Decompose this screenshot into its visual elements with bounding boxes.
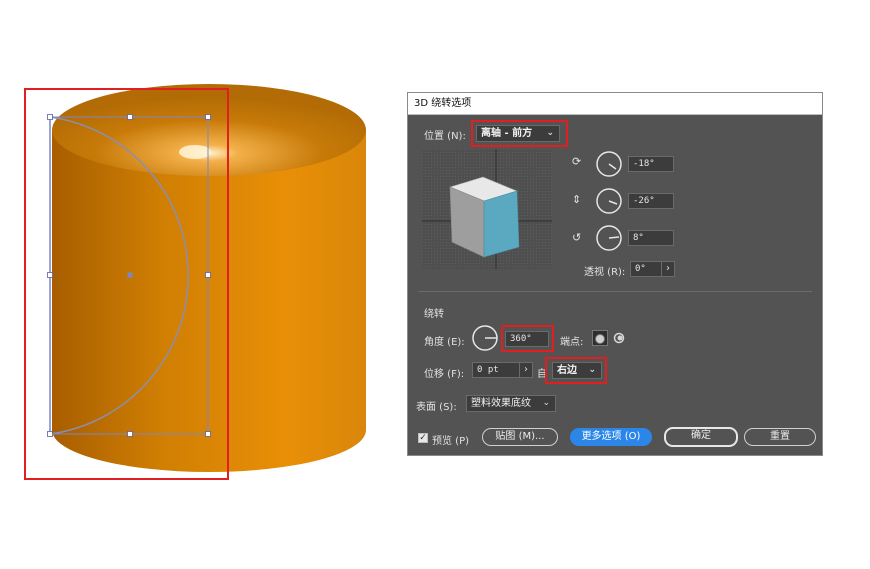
- rotate-z-field[interactable]: 8°: [628, 230, 674, 246]
- offset-dropdown[interactable]: ›: [519, 362, 533, 378]
- more-options-button[interactable]: 更多选项 (O): [570, 428, 652, 446]
- cylinder-top: [52, 84, 366, 176]
- chevron-right-icon: ›: [524, 364, 528, 375]
- ok-button[interactable]: 确定: [664, 427, 738, 447]
- highlight-box-from: [545, 357, 607, 384]
- surface-select[interactable]: 塑料效果底纹 ⌄: [466, 395, 556, 412]
- cap-off-icon[interactable]: [612, 331, 626, 345]
- cube-preview[interactable]: [422, 149, 552, 269]
- angle-label: 角度 (E):: [424, 337, 465, 348]
- cylinder-body: [52, 130, 366, 472]
- preview-checkbox[interactable]: ✓: [418, 433, 428, 443]
- perspective-field[interactable]: 0°: [630, 261, 662, 277]
- reset-button[interactable]: 重置: [744, 428, 816, 446]
- dialog-title: 3D 绕转选项: [408, 93, 822, 115]
- rotate-x-icon: ⟳: [572, 155, 582, 168]
- perspective-label: 透视 (R):: [584, 267, 626, 278]
- preview-label: 预览 (P): [432, 436, 470, 447]
- position-label: 位置 (N):: [424, 131, 466, 142]
- revolve-options-dialog: 3D 绕转选项 位置 (N): 离轴 - 前方 ⌄ ⟳ -18° ⇕ -26° …: [407, 92, 823, 456]
- highlight-box-angle: [501, 325, 554, 352]
- rotate-y-icon: ⇕: [572, 193, 582, 206]
- surface-label: 表面 (S):: [416, 402, 457, 413]
- offset-label: 位移 (F):: [424, 369, 465, 380]
- revolve-section-label: 绕转: [424, 309, 444, 320]
- cylinder-artwork: [24, 84, 366, 480]
- map-button[interactable]: 贴图 (M)...: [482, 428, 558, 446]
- angle-dial[interactable]: [471, 324, 499, 352]
- rotate-x-dial[interactable]: [595, 150, 623, 178]
- rotate-x-field[interactable]: -18°: [628, 156, 674, 172]
- rotate-z-icon: ↺: [572, 231, 582, 244]
- cap-on-button[interactable]: [592, 330, 608, 346]
- cap-label: 端点:: [560, 337, 584, 348]
- perspective-dropdown[interactable]: ›: [661, 261, 675, 277]
- cap-on-icon: [595, 334, 605, 344]
- offset-field[interactable]: 0 pt: [472, 362, 520, 378]
- rotate-z-dial[interactable]: [595, 224, 623, 252]
- rotate-y-dial[interactable]: [595, 187, 623, 215]
- divider: [418, 291, 812, 292]
- chevron-right-icon: ›: [666, 263, 670, 274]
- rotate-y-field[interactable]: -26°: [628, 193, 674, 209]
- highlight-box-position: [471, 120, 568, 147]
- chevron-down-icon: ⌄: [542, 398, 550, 408]
